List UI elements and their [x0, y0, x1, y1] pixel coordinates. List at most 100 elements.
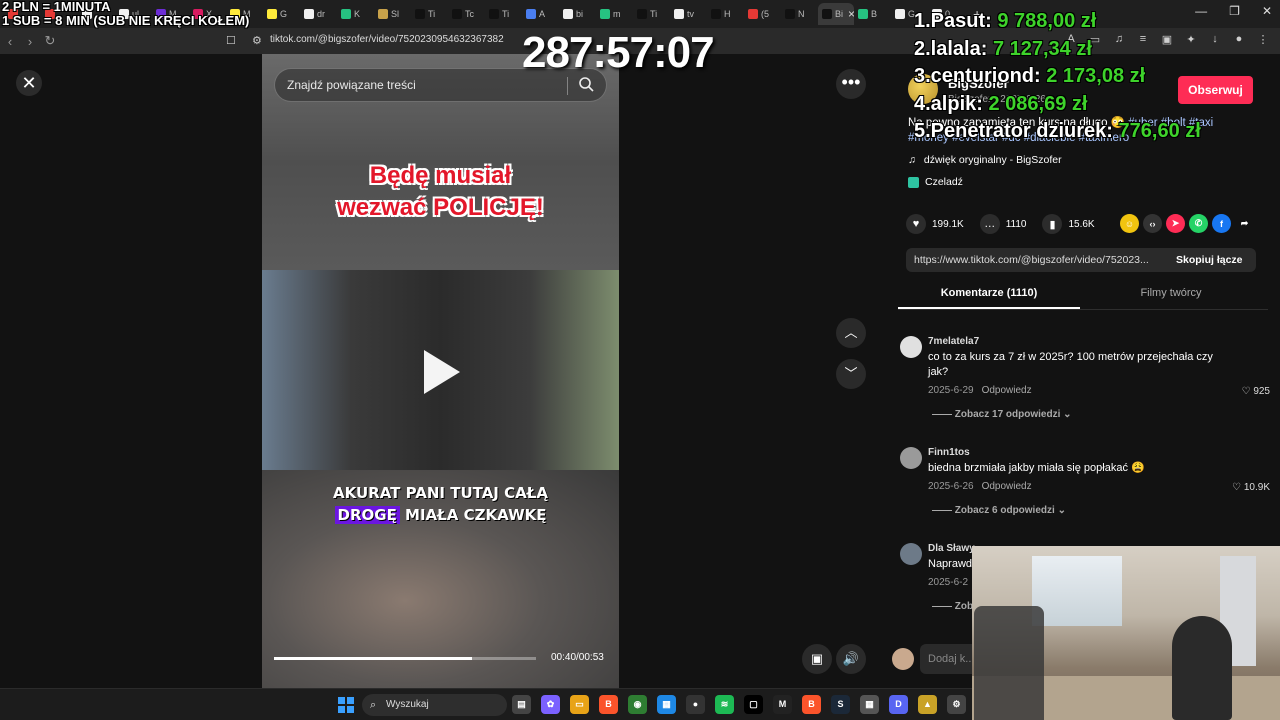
browser-tab[interactable]: (5	[744, 3, 781, 25]
comment-like[interactable]: ♡ 10.9K	[1232, 482, 1270, 493]
bookmark-icon[interactable]: ☐	[226, 34, 236, 47]
webcam-chair	[974, 606, 1044, 720]
browser-tab[interactable]: dr	[300, 3, 337, 25]
browser-tab[interactable]: bi	[559, 3, 596, 25]
chrome-icon[interactable]: ◉	[628, 695, 647, 714]
comment-user[interactable]: Finn1tos	[928, 447, 970, 458]
copy-link-button[interactable]: Skopiuj łącze	[1168, 254, 1243, 266]
reload-icon[interactable]: ↻	[40, 33, 60, 49]
app-icon[interactable]: ▢	[744, 695, 763, 714]
share-url[interactable]: https://www.tiktok.com/@bigszofer/video/…	[906, 254, 1168, 266]
store-icon[interactable]: ▦	[657, 695, 676, 714]
chevron-up-icon: ︿	[844, 325, 858, 340]
maximize-button[interactable]: ❐	[1229, 4, 1240, 18]
reply-link[interactable]: Odpowiedz	[982, 385, 1032, 396]
view-replies[interactable]: —— Zob	[932, 601, 973, 612]
menu-icon[interactable]: ⋮	[1256, 33, 1270, 46]
browser-tab[interactable]: H	[707, 3, 744, 25]
chevron-down-icon: ⌄	[1063, 409, 1072, 420]
browser-tab[interactable]: Sl	[374, 3, 411, 25]
browser-tab[interactable]: N	[781, 3, 818, 25]
browser-tab[interactable]: Ti	[485, 3, 522, 25]
play-icon[interactable]	[424, 350, 460, 394]
tab-favicon-icon	[378, 9, 388, 19]
tab-label: K	[354, 9, 361, 19]
video-progress-bar[interactable]	[274, 657, 536, 660]
embed-icon[interactable]: ‹›	[1143, 214, 1162, 233]
view-replies[interactable]: —— Zobacz 17 odpowiedzi ⌄	[932, 409, 1072, 420]
browser-tab[interactable]: A	[522, 3, 559, 25]
browser-tab[interactable]: B	[854, 3, 891, 25]
tab-label: Sl	[391, 9, 400, 19]
pip-icon: ▣	[810, 651, 824, 666]
discord-icon[interactable]: D	[889, 695, 908, 714]
steam-icon[interactable]: S	[831, 695, 850, 714]
pip-button[interactable]: ▣	[802, 644, 832, 674]
browser-tab[interactable]: Tc	[448, 3, 485, 25]
brave-beta-icon[interactable]: B	[802, 695, 821, 714]
send-icon[interactable]: ➤	[1166, 214, 1185, 233]
app-icon-2[interactable]: M	[773, 695, 792, 714]
windows-start-icon[interactable]	[338, 697, 354, 713]
tab-label: A	[539, 9, 546, 19]
close-window-button[interactable]: ✕	[1262, 4, 1272, 18]
like-action[interactable]: ♥ 199.1K	[906, 214, 964, 234]
tab-label: bi	[576, 9, 584, 19]
more-options-button[interactable]: •••	[836, 69, 866, 99]
close-video-button[interactable]: ✕	[16, 70, 42, 96]
url-field[interactable]: tiktok.com/@bigszofer/video/752023095463…	[270, 34, 504, 45]
tab-favicon-icon	[711, 9, 721, 19]
avatar[interactable]	[900, 336, 922, 358]
profile-icon[interactable]: ●	[1232, 33, 1246, 46]
browser-tab[interactable]: Ti	[633, 3, 670, 25]
browser-tab[interactable]: m	[596, 3, 633, 25]
coin-icon[interactable]: ☺	[1120, 214, 1139, 233]
browser-tab[interactable]: K	[337, 3, 374, 25]
browser-tab[interactable]: Bi ×	[818, 3, 854, 25]
view-replies[interactable]: —— Zobacz 6 odpowiedzi ⌄	[932, 505, 1066, 516]
comment-action[interactable]: … 1110	[979, 214, 1026, 234]
avatar[interactable]	[900, 447, 922, 469]
back-icon[interactable]: ‹	[0, 34, 20, 49]
sound-link[interactable]: ♫ dźwięk oryginalny - BigSzofer	[908, 154, 1062, 166]
browser-tab[interactable]: G	[263, 3, 300, 25]
app-icon-3[interactable]: ▲	[918, 695, 937, 714]
taskbar-search[interactable]: ⌕ Wyszukaj	[362, 694, 507, 716]
volume-button[interactable]: 🔊	[836, 644, 866, 674]
site-settings-icon[interactable]: ⚙	[252, 34, 262, 47]
forward-icon[interactable]: ›	[20, 34, 40, 49]
heart-outline-icon: ♡	[1232, 482, 1242, 493]
file-explorer-icon[interactable]: ▭	[570, 695, 589, 714]
facebook-icon[interactable]: f	[1212, 214, 1231, 233]
reply-link[interactable]: Odpowiedz	[982, 481, 1032, 492]
settings-icon[interactable]: ⚙	[947, 695, 966, 714]
browser-tab[interactable]: tv	[670, 3, 707, 25]
webcam-overlay	[972, 546, 1280, 720]
download-icon[interactable]: ↓	[1208, 33, 1222, 46]
comment-user[interactable]: Dla Sławy	[928, 543, 975, 554]
next-video-button[interactable]: ﹀	[836, 359, 866, 389]
save-action[interactable]: ▮ 15.6K	[1042, 214, 1095, 234]
location-link[interactable]: Czeladź	[908, 176, 963, 188]
donation-rate: 2 PLN = 1MINUTA	[2, 0, 111, 14]
avatar[interactable]	[900, 543, 922, 565]
copilot-icon[interactable]: ✿	[541, 695, 560, 714]
tab-creator-videos[interactable]: Filmy twórcy	[1080, 280, 1262, 309]
calculator-icon[interactable]: ▦	[860, 695, 879, 714]
share-icon[interactable]: ➦	[1235, 214, 1254, 233]
brave-icon[interactable]: B	[599, 695, 618, 714]
video-player[interactable]: Znajdź powiązane treści Będę musiał wezw…	[262, 54, 619, 688]
search-icon[interactable]	[578, 76, 594, 92]
browser-tab[interactable]: Ti	[411, 3, 448, 25]
comment-user[interactable]: 7melatela7	[928, 336, 979, 347]
window-controls: — ❐ ✕	[1195, 4, 1272, 18]
comment-like[interactable]: ♡ 925	[1242, 386, 1270, 397]
previous-video-button[interactable]: ︿	[836, 318, 866, 348]
obs-icon[interactable]: ●	[686, 695, 705, 714]
whatsapp-icon[interactable]: ✆	[1189, 214, 1208, 233]
tab-comments[interactable]: Komentarze (1110)	[898, 280, 1080, 309]
video-caption-red: Będę musiał wezwać POLICJĘ!	[337, 162, 544, 221]
spotify-icon[interactable]: ≋	[715, 695, 734, 714]
task-view-icon[interactable]: ▤	[512, 695, 531, 714]
close-icon: ✕	[21, 73, 37, 93]
